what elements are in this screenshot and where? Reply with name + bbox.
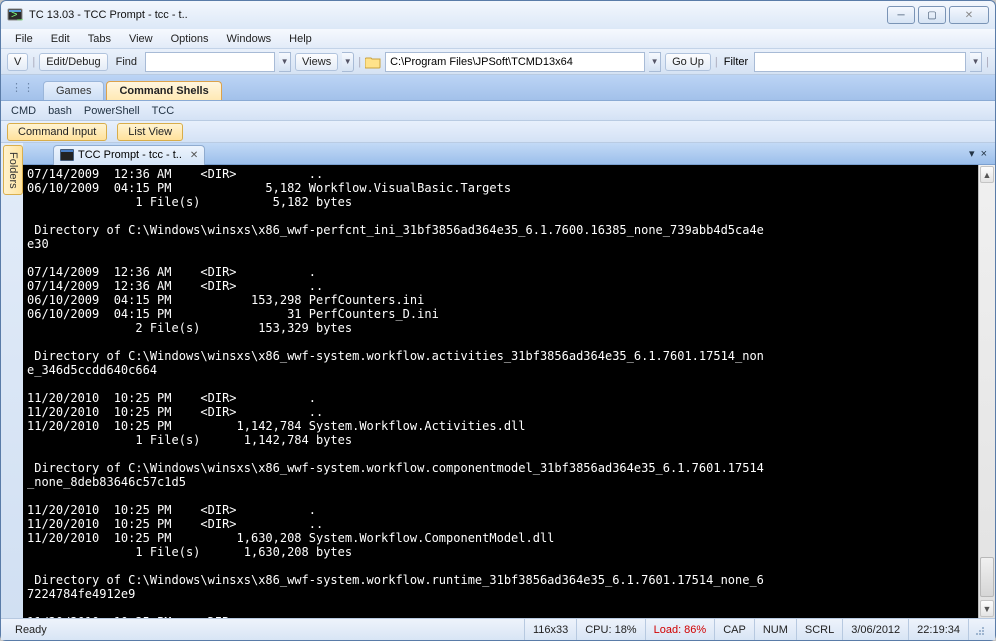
folders-side-tab[interactable]: Folders	[3, 145, 23, 195]
shell-cmd[interactable]: CMD	[11, 105, 36, 117]
tab-close-icon[interactable]: ×	[981, 148, 987, 160]
status-scrl: SCRL	[796, 619, 842, 640]
statusbar: Ready 116x33 CPU: 18% Load: 86% CAP NUM …	[1, 618, 995, 640]
filter-input[interactable]	[754, 52, 966, 72]
app-icon: >_	[7, 7, 23, 23]
shell-tcc[interactable]: TCC	[152, 105, 175, 117]
vertical-scrollbar[interactable]: ▲ ▼	[978, 165, 995, 618]
menu-windows[interactable]: Windows	[219, 31, 280, 47]
go-up-button[interactable]: Go Up	[665, 53, 711, 71]
status-date: 3/06/2012	[842, 619, 908, 640]
yellow-button-row: Command Input List View	[1, 121, 995, 143]
find-dropdown-icon[interactable]: ▼	[279, 52, 291, 72]
doc-tab-tccprompt[interactable]: TCC Prompt - tcc - t.. ✕	[53, 145, 205, 165]
grip-icon[interactable]: ⋮⋮	[11, 81, 35, 94]
menu-edit[interactable]: Edit	[43, 31, 78, 47]
toolbar-tabstrip: ⋮⋮ Games Command Shells	[1, 75, 995, 101]
edit-debug-button[interactable]: Edit/Debug	[39, 53, 107, 71]
toolbar: V | Edit/Debug Find ▼ Views ▼ | ▼ Go Up …	[1, 49, 995, 75]
minimize-button[interactable]: ─	[887, 6, 915, 24]
status-cap: CAP	[714, 619, 754, 640]
find-label: Find	[112, 54, 141, 70]
app-window: >_ TC 13.03 - TCC Prompt - tcc - t.. ─ ▢…	[0, 0, 996, 641]
menu-view[interactable]: View	[121, 31, 161, 47]
shell-row: CMD bash PowerShell TCC	[1, 101, 995, 121]
status-cpu: CPU: 18%	[576, 619, 644, 640]
tab-games[interactable]: Games	[43, 81, 104, 100]
console-output[interactable]: 07/14/2009 12:36 AM <DIR> .. 06/10/2009 …	[23, 165, 978, 618]
document-tabbar: TCC Prompt - tcc - t.. ✕ ▾ ×	[23, 143, 995, 165]
tab-dropdown-icon[interactable]: ▾	[969, 147, 975, 160]
scroll-up-icon[interactable]: ▲	[980, 166, 994, 183]
svg-text:>_: >_	[11, 9, 23, 21]
status-time: 22:19:34	[908, 619, 968, 640]
status-num: NUM	[754, 619, 796, 640]
folder-icon	[365, 55, 381, 69]
list-view-button[interactable]: List View	[117, 123, 183, 141]
tab-command-shells[interactable]: Command Shells	[106, 81, 221, 100]
views-button[interactable]: Views	[295, 53, 338, 71]
status-ready: Ready	[7, 619, 524, 640]
path-input[interactable]	[385, 52, 645, 72]
path-dropdown-icon[interactable]: ▼	[649, 52, 661, 72]
menu-options[interactable]: Options	[163, 31, 217, 47]
filter-label: Filter	[722, 56, 750, 68]
shell-bash[interactable]: bash	[48, 105, 72, 117]
menu-help[interactable]: Help	[281, 31, 320, 47]
main-area: Folders TCC Prompt - tcc - t.. ✕ ▾ × 07/…	[1, 143, 995, 618]
status-dims: 116x33	[524, 619, 576, 640]
maximize-button[interactable]: ▢	[918, 6, 946, 24]
v-button[interactable]: V	[7, 53, 28, 71]
menu-file[interactable]: File	[7, 31, 41, 47]
shell-powershell[interactable]: PowerShell	[84, 105, 140, 117]
menu-tabs[interactable]: Tabs	[80, 31, 119, 47]
scroll-track[interactable]	[979, 184, 995, 599]
titlebar[interactable]: >_ TC 13.03 - TCC Prompt - tcc - t.. ─ ▢…	[1, 1, 995, 29]
console-icon	[60, 149, 74, 161]
scroll-down-icon[interactable]: ▼	[980, 600, 994, 617]
scroll-thumb[interactable]	[980, 557, 994, 597]
close-tab-icon[interactable]: ✕	[190, 150, 198, 161]
doc-tab-label: TCC Prompt - tcc - t..	[78, 149, 182, 161]
console-wrap: 07/14/2009 12:36 AM <DIR> .. 06/10/2009 …	[23, 165, 995, 618]
find-input[interactable]	[145, 52, 275, 72]
close-button[interactable]: ✕	[949, 6, 989, 24]
menubar: File Edit Tabs View Options Windows Help	[1, 29, 995, 49]
views-dropdown-icon[interactable]: ▼	[342, 52, 354, 72]
status-load: Load: 86%	[645, 619, 715, 640]
filter-dropdown-icon[interactable]: ▼	[970, 52, 982, 72]
window-title: TC 13.03 - TCC Prompt - tcc - t..	[29, 9, 188, 21]
command-input-button[interactable]: Command Input	[7, 123, 107, 141]
resize-grip-icon[interactable]	[968, 619, 989, 640]
